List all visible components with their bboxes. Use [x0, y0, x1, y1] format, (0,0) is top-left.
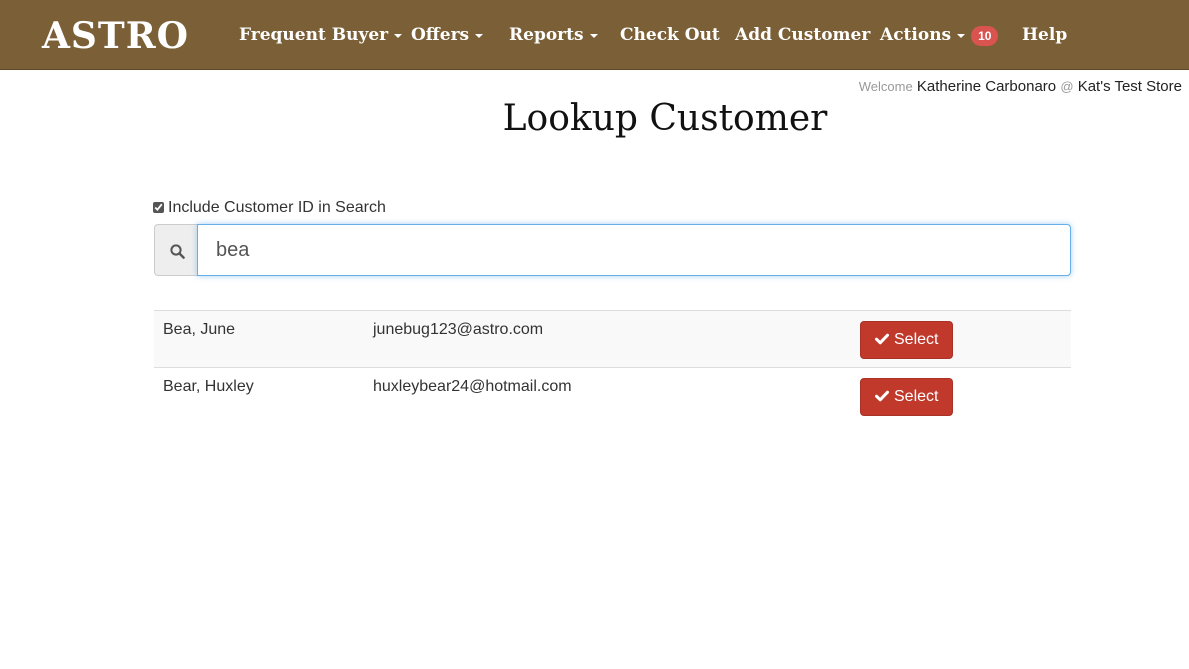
nav-add-customer[interactable]: Add Customer	[735, 24, 870, 48]
select-customer-button[interactable]: Select	[860, 321, 954, 359]
search-addon	[154, 224, 198, 276]
nav-actions[interactable]: Actions 10	[880, 24, 999, 48]
customer-action-cell: Select	[851, 368, 1071, 425]
select-button-label: Select	[894, 331, 939, 348]
customer-name: Bear, Huxley	[163, 378, 254, 395]
welcome-user: Katherine Carbonaro	[916, 78, 1057, 95]
nav-check-out[interactable]: Check Out	[620, 24, 720, 48]
customer-search-group	[154, 224, 1071, 276]
customer-results-table: Bea, June junebug123@astro.com Select Be…	[154, 310, 1071, 425]
customer-name: Bea, June	[163, 321, 236, 338]
check-icon	[875, 390, 889, 402]
actions-count-badge: 10	[971, 25, 999, 46]
page-title: Lookup Customer	[502, 98, 828, 139]
select-customer-button[interactable]: Select	[860, 378, 954, 416]
nav-offers[interactable]: Offers	[411, 24, 484, 48]
welcome-line: Welcome Katherine Carbonaro @ Kat's Test…	[859, 78, 1182, 95]
nav-reports-label: Reports	[509, 25, 584, 45]
nav-frequent-buyer-label: Frequent Buyer	[239, 25, 389, 45]
search-icon	[170, 244, 185, 259]
welcome-store: Kat's Test Store	[1077, 78, 1182, 95]
select-button-label: Select	[894, 388, 939, 405]
welcome-prefix: Welcome	[858, 79, 913, 94]
nav-frequent-buyer[interactable]: Frequent Buyer	[239, 24, 403, 48]
include-customer-id-label: Include Customer ID in Search	[168, 199, 386, 216]
nav-help-label: Help	[1022, 25, 1068, 45]
customer-search-input[interactable]	[197, 224, 1071, 276]
chevron-down-icon	[475, 33, 484, 38]
chevron-down-icon	[394, 33, 403, 38]
nav-check-out-label: Check Out	[620, 25, 720, 45]
nav-reports[interactable]: Reports	[509, 24, 598, 48]
nav-help[interactable]: Help	[1022, 24, 1067, 48]
customer-email: junebug123@astro.com	[373, 321, 544, 338]
table-row: Bear, Huxley huxleybear24@hotmail.com Se…	[154, 367, 1071, 425]
include-customer-id-option[interactable]: Include Customer ID in Search	[153, 199, 386, 217]
nav-offers-label: Offers	[411, 25, 470, 45]
customer-action-cell: Select	[851, 311, 1071, 368]
table-row: Bea, June junebug123@astro.com Select	[154, 310, 1071, 368]
include-customer-id-checkbox[interactable]	[153, 202, 164, 213]
nav-actions-label: Actions	[880, 25, 952, 45]
nav-add-customer-label: Add Customer	[735, 25, 871, 45]
top-navbar: ASTRO Frequent Buyer Offers Reports Chec…	[0, 0, 1189, 70]
check-icon	[875, 333, 889, 345]
brand-logo[interactable]: ASTRO	[42, 18, 189, 54]
chevron-down-icon	[957, 33, 966, 38]
customer-email: huxleybear24@hotmail.com	[373, 378, 572, 395]
welcome-at: @	[1060, 79, 1074, 94]
chevron-down-icon	[589, 33, 598, 38]
